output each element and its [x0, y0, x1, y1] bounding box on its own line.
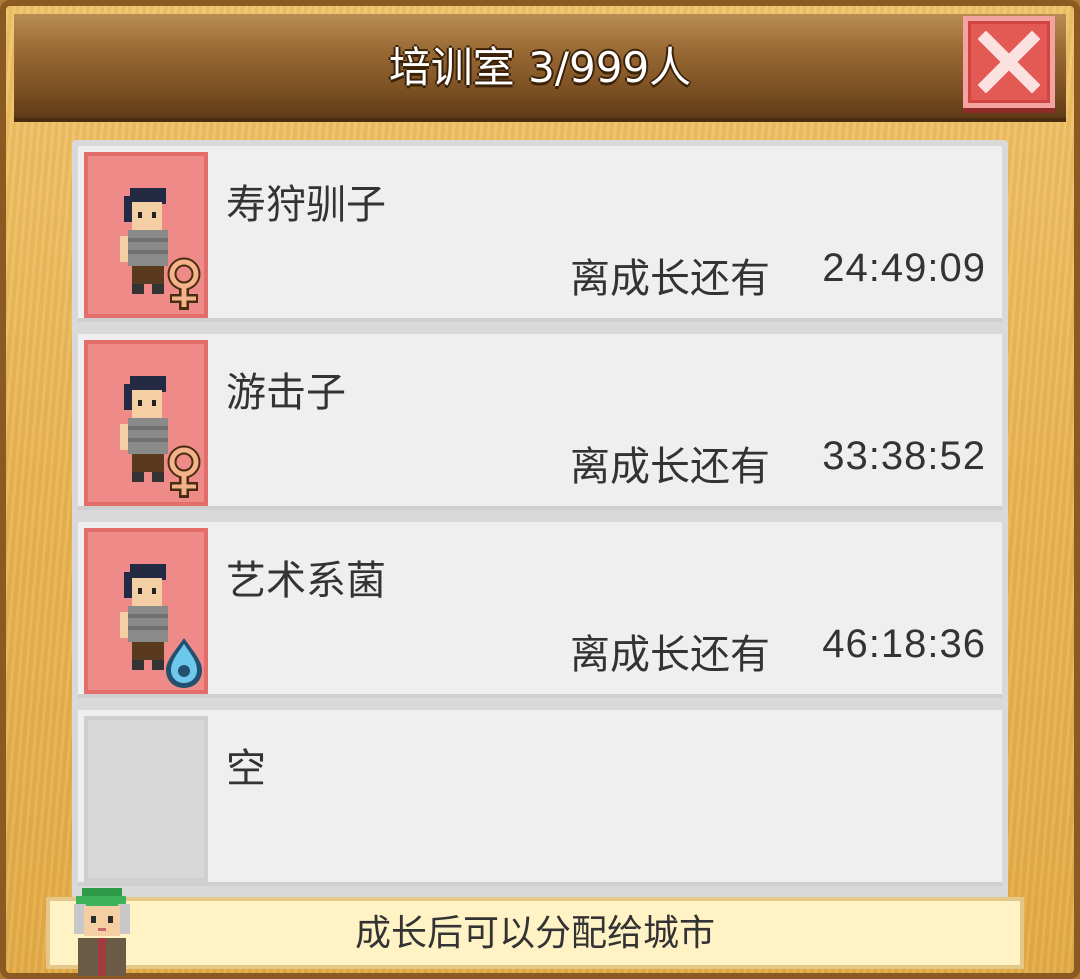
empty-slot-label: 空 — [226, 746, 266, 792]
trainee-list: 寿狩驯子 离成长还有 24:49:09 游击子 离成长还有 33:38:52 艺… — [72, 140, 1008, 900]
growth-timer: 46:18:36 — [822, 622, 986, 666]
avatar — [84, 528, 208, 694]
trainee-name: 寿狩驯子 — [226, 182, 386, 228]
dialog-title: 培训室 3/999人 — [388, 43, 692, 92]
avatar — [84, 340, 208, 506]
trainee-name: 游击子 — [226, 370, 346, 416]
growth-label: 离成长还有 — [570, 256, 770, 302]
trainee-row[interactable]: 艺术系菌 离成长还有 46:18:36 — [78, 522, 1002, 698]
growth-timer: 33:38:52 — [822, 434, 986, 478]
close-icon — [978, 31, 1040, 93]
trainee-row[interactable]: 寿狩驯子 离成长还有 24:49:09 — [78, 146, 1002, 322]
female-icon — [167, 257, 201, 310]
title-bar: 培训室 3/999人 — [14, 14, 1066, 122]
trainee-row[interactable]: 游击子 离成长还有 33:38:52 — [78, 334, 1002, 510]
empty-avatar — [84, 716, 208, 882]
hint-text: 成长后可以分配给城市 — [354, 913, 715, 954]
hint-bar: 成长后可以分配给城市 — [46, 897, 1024, 969]
water-drop-icon — [166, 638, 202, 688]
trainee-name: 艺术系菌 — [226, 558, 386, 604]
growth-label: 离成长还有 — [570, 444, 770, 490]
helper-character-icon — [74, 888, 130, 976]
growth-label: 离成长还有 — [570, 632, 770, 678]
female-icon — [167, 445, 201, 498]
growth-timer: 24:49:09 — [822, 246, 986, 290]
avatar — [84, 152, 208, 318]
empty-slot-row[interactable]: 空 — [78, 710, 1002, 886]
close-button[interactable] — [963, 16, 1055, 108]
